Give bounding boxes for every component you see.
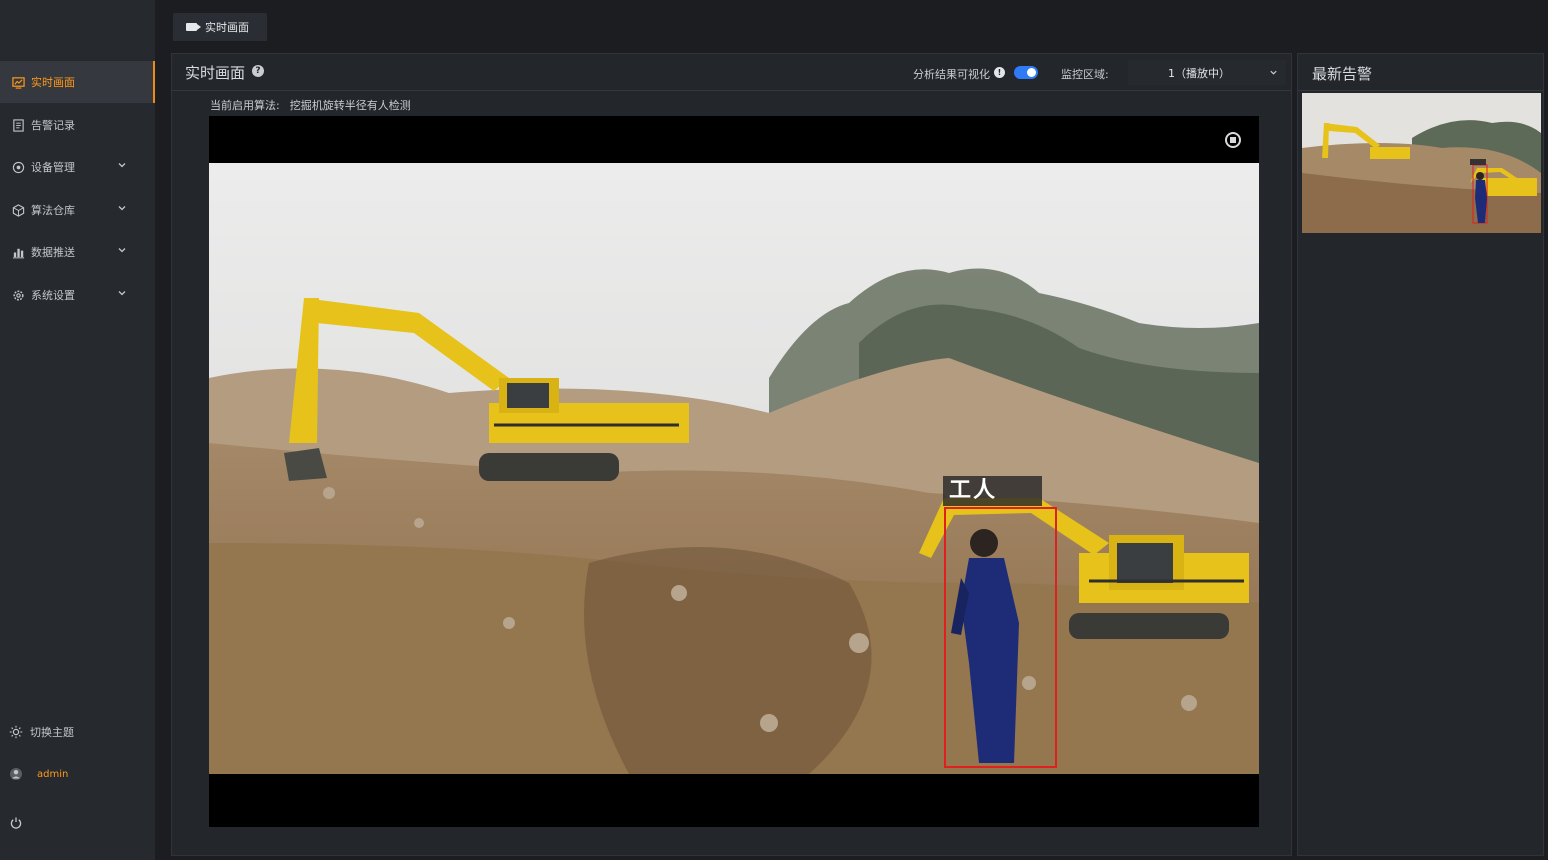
sidebar-item-label: 告警记录 [31, 119, 75, 132]
sidebar-item-label: 系统设置 [31, 289, 75, 302]
latest-alerts-panel: 最新告警 [1297, 53, 1544, 856]
zone-select-value: 1（播放中） [1168, 66, 1230, 80]
tab-label: 实时画面 [205, 21, 249, 34]
user-name: admin [37, 768, 69, 780]
user-profile[interactable]: admin [0, 762, 155, 786]
video-player[interactable]: 工人 [209, 116, 1259, 827]
toggle-knob [1027, 68, 1036, 77]
app-root: 实时画面 告警记录 设备管理 算法仓库 数据推送 系统设置 切换主题 admin… [0, 0, 1548, 860]
monitor-chart-icon [11, 75, 25, 89]
help-icon[interactable]: ? [252, 65, 264, 77]
sidebar: 实时画面 告警记录 设备管理 算法仓库 数据推送 系统设置 切换主题 admin [0, 0, 155, 860]
algorithm-label: 当前启用算法: [210, 99, 280, 112]
avatar [9, 767, 23, 781]
sidebar-item-alarm-records[interactable]: 告警记录 [0, 104, 155, 146]
active-algorithm: 当前启用算法: 挖掘机旋转半径有人检测 [210, 97, 421, 113]
sidebar-item-label: 算法仓库 [31, 204, 75, 217]
sidebar-item-device-management[interactable]: 设备管理 [0, 146, 155, 188]
sidebar-item-data-push[interactable]: 数据推送 [0, 231, 155, 273]
chevron-down-icon [1270, 70, 1277, 75]
info-icon[interactable]: ! [994, 67, 1005, 78]
detection-label: 工人 [943, 476, 1042, 506]
sidebar-item-label: 数据推送 [31, 246, 75, 259]
tab-live-view[interactable]: 实时画面 [173, 13, 267, 41]
sidebar-item-label: 设备管理 [31, 161, 75, 174]
zone-select[interactable]: 1（播放中） [1128, 60, 1286, 85]
algorithm-value: 挖掘机旋转半径有人检测 [289, 99, 411, 112]
camera-icon [186, 23, 201, 31]
stop-icon[interactable] [1225, 132, 1241, 148]
switch-theme-label: 切换主题 [30, 726, 74, 739]
visualization-toggle[interactable] [1014, 66, 1038, 79]
sidebar-item-live-view[interactable]: 实时画面 [0, 61, 155, 103]
chevron-down-icon [118, 206, 126, 211]
page-title: 实时画面 [185, 64, 246, 82]
construction-site-scene [209, 163, 1259, 774]
chevron-down-icon [118, 291, 126, 296]
alert-thumbnail[interactable] [1302, 93, 1541, 233]
sidebar-item-label: 实时画面 [31, 76, 75, 89]
live-view-panel: 实时画面 ? 分析结果可视化 ! 监控区域: 1（播放中） 当前启用算法: 挖掘机… [171, 53, 1292, 856]
sun-icon [9, 725, 23, 739]
chevron-down-icon [118, 163, 126, 168]
zone-label: 监控区域: [1061, 68, 1109, 81]
panel-header: 实时画面 ? 分析结果可视化 ! 监控区域: 1（播放中） [172, 54, 1291, 91]
bar-chart-icon [11, 245, 25, 259]
visualization-label: 分析结果可视化 [913, 68, 990, 81]
power-icon [9, 816, 23, 830]
alert-snapshot-image [1302, 93, 1541, 233]
detection-box [944, 507, 1057, 768]
sidebar-item-system-settings[interactable]: 系统设置 [0, 274, 155, 316]
logout-button[interactable] [0, 811, 155, 835]
sidebar-item-algorithm-repo[interactable]: 算法仓库 [0, 189, 155, 231]
alerts-title: 最新告警 [1312, 65, 1373, 83]
video-frame: 工人 [209, 163, 1259, 774]
gear-icon [11, 288, 25, 302]
algorithm-cube-icon [11, 203, 25, 217]
device-target-icon [11, 160, 25, 174]
tab-bar: 实时画面 [155, 0, 1548, 42]
switch-theme-button[interactable]: 切换主题 [0, 720, 155, 744]
chevron-down-icon [118, 248, 126, 253]
alerts-header: 最新告警 [1298, 54, 1543, 91]
document-list-icon [11, 118, 25, 132]
